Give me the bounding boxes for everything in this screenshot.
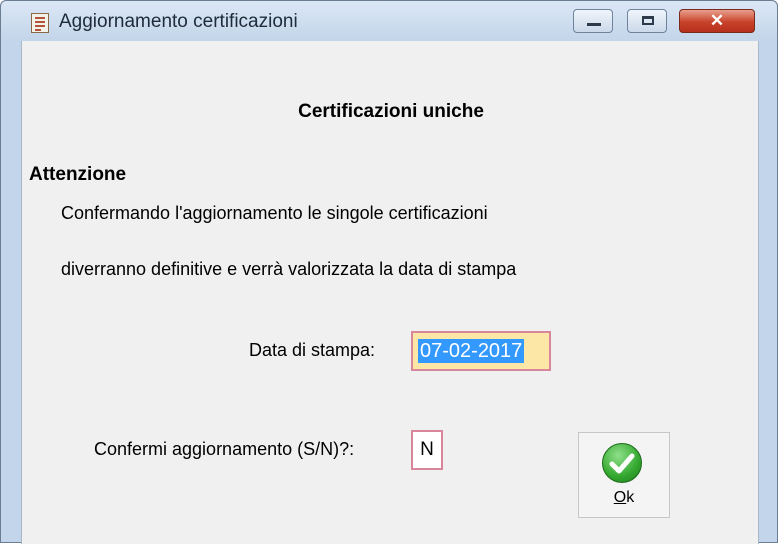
close-button[interactable]: ✕: [679, 9, 755, 33]
dialog-content: Certificazioni uniche Attenzione Conferm…: [21, 41, 759, 544]
dialog-window: Aggiornamento certificazioni ✕ Certifica…: [0, 0, 778, 544]
ok-button[interactable]: Ok: [578, 432, 670, 518]
window-title: Aggiornamento certificazioni: [59, 11, 298, 32]
print-date-value: 07-02-2017: [418, 339, 525, 363]
attention-title: Attenzione: [29, 164, 127, 185]
document-icon[interactable]: [31, 13, 49, 33]
title-bar[interactable]: Aggiornamento certificazioni ✕: [1, 1, 777, 41]
confirm-field[interactable]: N: [411, 430, 443, 470]
print-date-label: Data di stampa:: [249, 340, 376, 360]
message-line-2: diverranno definitive e verrà valorizzat…: [61, 259, 517, 279]
green-checkmark-icon: [602, 443, 642, 483]
dialog-heading: Certificazioni uniche: [298, 101, 484, 122]
ok-button-label: Ok: [613, 489, 635, 506]
print-date-field[interactable]: 07-02-2017: [411, 331, 551, 371]
minimize-button[interactable]: [573, 9, 613, 33]
maximize-button[interactable]: [627, 9, 667, 33]
minimize-icon: [587, 23, 601, 26]
maximize-icon: [642, 16, 654, 25]
close-icon: ✕: [709, 11, 725, 30]
confirm-label: Confermi aggiornamento (S/N)?:: [94, 439, 355, 459]
message-line-1: Confermando l'aggiornamento le singole c…: [61, 203, 488, 223]
